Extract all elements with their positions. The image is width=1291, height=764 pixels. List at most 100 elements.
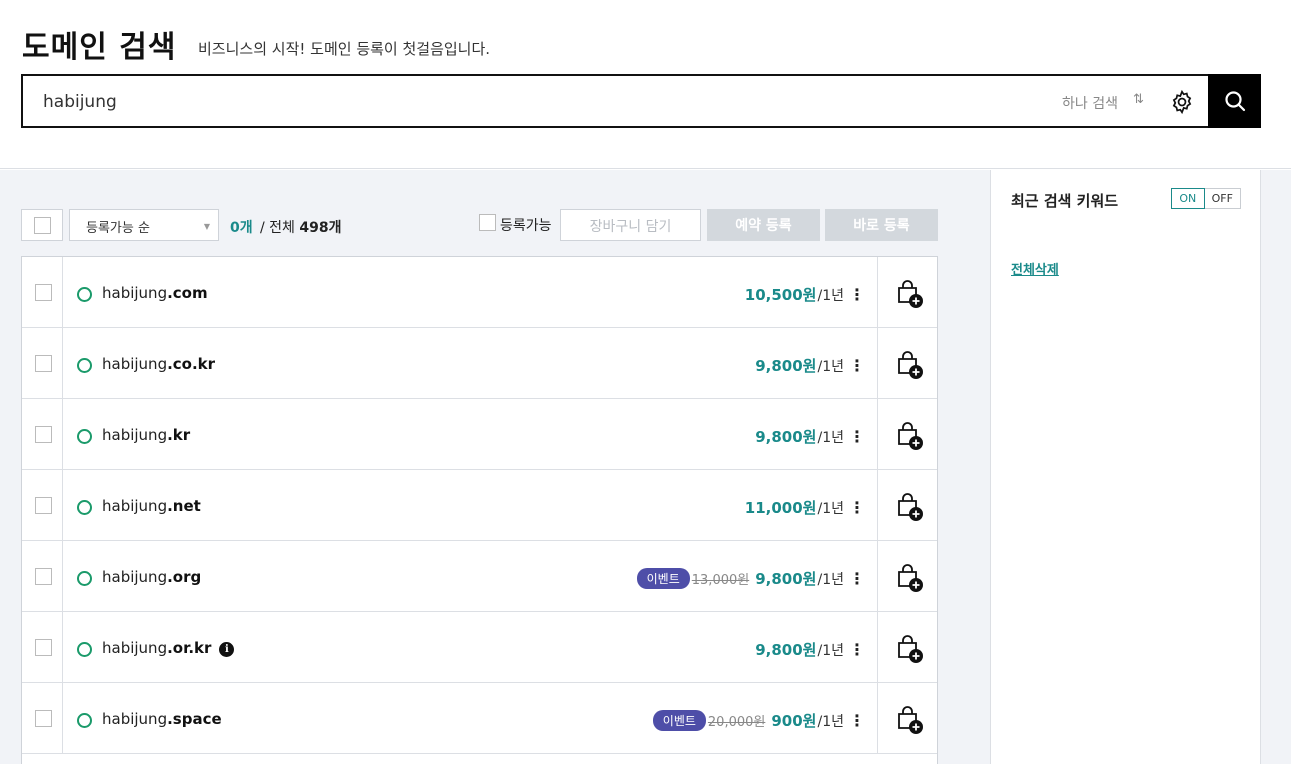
available-status-icon (77, 642, 92, 657)
domain-tld: .co.kr (167, 355, 216, 373)
search-input[interactable] (43, 89, 943, 115)
domain-label: habijung (102, 355, 168, 373)
more-options-icon[interactable]: ⋮ (849, 570, 865, 587)
original-price: 20,000원 (707, 715, 766, 730)
add-to-cart-cell (877, 328, 937, 398)
price-period: /1년 (817, 429, 844, 446)
more-options-icon[interactable]: ⋮ (849, 712, 865, 729)
add-to-cart-cell (877, 399, 937, 469)
reserve-register-button[interactable]: 예약 등록 (707, 209, 820, 241)
domain-label: habijung (102, 426, 168, 444)
add-to-cart-icon[interactable] (894, 421, 924, 451)
row-checkbox[interactable] (35, 639, 52, 656)
add-to-cart-icon[interactable] (894, 492, 924, 522)
domain-label: habijung (102, 710, 168, 728)
price-value: 11,000 (744, 498, 803, 517)
available-status-icon (77, 571, 92, 586)
add-to-cart-cell (877, 541, 937, 611)
price-area: 이벤트 13,000원 9,800 원/1년 ⋮ (636, 568, 865, 589)
price-value: 9,800 (755, 640, 803, 659)
domain-name[interactable]: habijung.org (102, 568, 201, 586)
row-checkbox-cell (22, 470, 63, 540)
add-to-cart-button[interactable]: 장바구니 담기 (560, 209, 701, 241)
domain-name[interactable]: habijung.net (102, 497, 201, 515)
price-period: /1년 (817, 571, 844, 588)
table-row-5: habijung.or.kr i 9,800 원/1년 ⋮ (22, 612, 937, 683)
domain-tld: .net (167, 497, 201, 515)
available-status-icon (77, 358, 92, 373)
row-checkbox[interactable] (35, 355, 52, 372)
price-unit: 원 (802, 712, 817, 730)
page-header: 도메인 검색 비즈니스의 시작! 도메인 등록이 첫걸음입니다. 하나 검색 ⇅ (0, 0, 1291, 169)
price-unit: 원 (802, 499, 817, 517)
recent-keywords-panel: 최근 검색 키워드 ON OFF 전체삭제 (990, 170, 1261, 764)
add-to-cart-icon[interactable] (894, 279, 924, 309)
price-value: 900 (771, 711, 803, 730)
more-options-icon[interactable]: ⋮ (849, 499, 865, 516)
price-area: 9,800 원/1년 ⋮ (755, 639, 865, 660)
swap-icon[interactable]: ⇅ (1133, 92, 1144, 107)
search-mode-toggle[interactable]: 하나 검색 (1062, 93, 1118, 113)
price-unit: 원 (802, 570, 817, 588)
row-checkbox-cell (22, 399, 63, 469)
add-to-cart-icon[interactable] (894, 563, 924, 593)
row-checkbox[interactable] (35, 284, 52, 301)
domain-tld: .or.kr (167, 639, 212, 657)
add-to-cart-icon[interactable] (894, 705, 924, 735)
price-area: 9,800 원/1년 ⋮ (755, 426, 865, 447)
sort-select[interactable]: 등록가능 순 ▼ (69, 209, 219, 241)
add-to-cart-cell (877, 257, 937, 327)
price-value: 10,500 (744, 285, 803, 304)
available-only-checkbox[interactable] (479, 214, 496, 231)
event-badge: 이벤트 (652, 710, 706, 731)
toggle-on[interactable]: ON (1171, 188, 1205, 209)
row-checkbox[interactable] (35, 568, 52, 585)
more-options-icon[interactable]: ⋮ (849, 357, 865, 374)
more-options-icon[interactable]: ⋮ (849, 286, 865, 303)
more-options-icon[interactable]: ⋮ (849, 641, 865, 658)
domain-tld: .space (167, 710, 222, 728)
search-button[interactable] (1208, 74, 1261, 128)
recent-keywords-toggle[interactable]: ON OFF (1171, 188, 1241, 209)
add-to-cart-cell (877, 683, 937, 753)
selected-count: 0개 (230, 220, 253, 236)
register-now-button[interactable]: 바로 등록 (825, 209, 938, 241)
available-status-icon (77, 713, 92, 728)
row-checkbox-cell (22, 257, 63, 327)
row-checkbox[interactable] (35, 426, 52, 443)
available-only-label[interactable]: 등록가능 (500, 215, 552, 235)
price-unit: 원 (802, 286, 817, 304)
domain-name[interactable]: habijung.com (102, 284, 208, 302)
info-icon[interactable]: i (219, 642, 235, 657)
sort-select-label: 등록가능 순 (86, 221, 150, 236)
domain-tld: .com (167, 284, 208, 302)
right-gutter (1261, 170, 1291, 764)
domain-label: habijung (102, 639, 168, 657)
select-all-checkbox-cell[interactable] (21, 209, 63, 241)
price-area: 이벤트 20,000원 900 원/1년 ⋮ (652, 710, 865, 731)
price-area: 10,500 원/1년 ⋮ (745, 284, 865, 305)
gear-icon[interactable] (1169, 89, 1195, 115)
add-to-cart-icon[interactable] (894, 634, 924, 664)
table-row-0: habijung.com 10,500 원/1년 ⋮ (22, 257, 937, 328)
domain-name[interactable]: habijung.kr (102, 426, 190, 444)
select-all-checkbox[interactable] (34, 217, 51, 234)
original-price: 13,000원 (691, 573, 750, 588)
price-period: /1년 (817, 500, 844, 517)
domain-name[interactable]: habijung.co.kr (102, 355, 215, 373)
search-box: 하나 검색 ⇅ (21, 74, 1209, 128)
domain-name[interactable]: habijung.space (102, 710, 222, 728)
price-period: /1년 (817, 287, 844, 304)
add-to-cart-icon[interactable] (894, 350, 924, 380)
row-checkbox-cell (22, 541, 63, 611)
delete-all-link[interactable]: 전체삭제 (1011, 259, 1059, 278)
more-options-icon[interactable]: ⋮ (849, 428, 865, 445)
total-count-prefix: / 전체 (260, 220, 300, 236)
domain-name[interactable]: habijung.or.kr i (102, 639, 235, 657)
row-checkbox[interactable] (35, 710, 52, 727)
toggle-off[interactable]: OFF (1205, 189, 1240, 208)
domain-label: habijung (102, 284, 168, 302)
table-row-1: habijung.co.kr 9,800 원/1년 ⋮ (22, 328, 937, 399)
table-row-4: habijung.org 이벤트 13,000원 9,800 원/1년 ⋮ (22, 541, 937, 612)
row-checkbox[interactable] (35, 497, 52, 514)
